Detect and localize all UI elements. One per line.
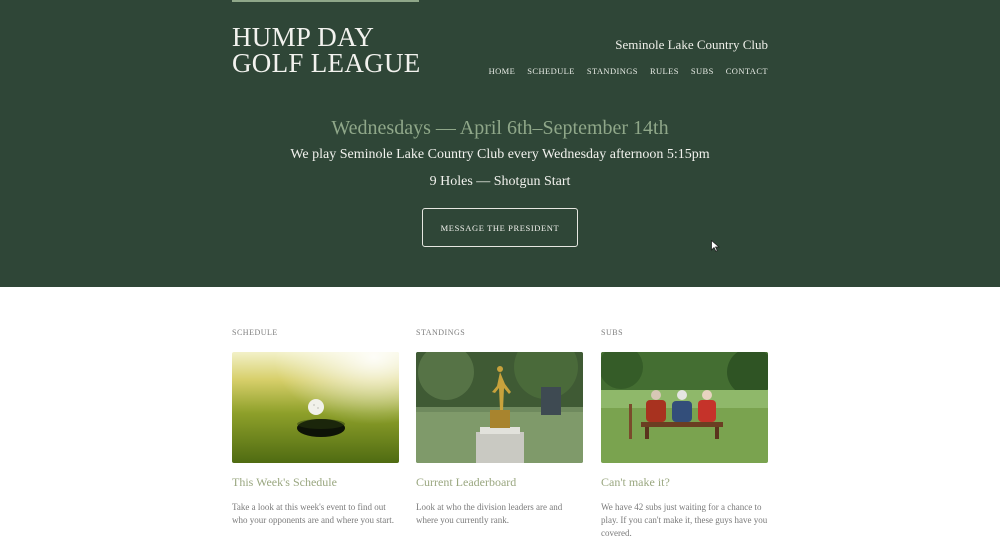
nav-schedule[interactable]: SCHEDULE — [527, 66, 575, 76]
schedule-card[interactable]: SCHEDULE This Week's Schedule Take a loo… — [232, 328, 399, 527]
hero-format: 9 Holes — Shotgun Start — [429, 174, 571, 189]
nav-home[interactable]: HOME — [489, 66, 516, 76]
card-eyebrow: SUBS — [601, 328, 624, 337]
card-description: Take a look at this week's event to find… — [232, 502, 394, 525]
standings-card[interactable]: STANDINGS Current Leaderboard Look at wh… — [416, 328, 583, 527]
club-name[interactable]: Seminole Lake Country Club — [615, 37, 768, 53]
card-description: Look at who the division leaders are and… — [416, 502, 563, 525]
card-title[interactable]: Current Leaderboard — [416, 475, 583, 493]
nav-standings[interactable]: STANDINGS — [587, 66, 638, 76]
card-title[interactable]: This Week's Schedule — [232, 475, 399, 493]
top-accent-bar — [232, 0, 419, 2]
logo-line-1: HUMP DAY — [232, 22, 375, 52]
site-logo[interactable]: HUMP DAY GOLF LEAGUE — [232, 22, 421, 78]
golf-trophy-image[interactable] — [416, 352, 583, 463]
mouse-cursor-icon — [711, 240, 720, 252]
card-eyebrow: STANDINGS — [416, 328, 466, 337]
season-dates: Wednesdays — April 6th–September 14th — [331, 117, 669, 139]
nav-rules[interactable]: RULES — [650, 66, 679, 76]
nav-contact[interactable]: CONTACT — [726, 66, 768, 76]
subs-card[interactable]: SUBS Can't make it? We have 42 subs just… — [601, 328, 768, 540]
card-eyebrow: SCHEDULE — [232, 328, 278, 337]
nav-subs[interactable]: SUBS — [691, 66, 714, 76]
golfers-on-bench-image[interactable] — [601, 352, 768, 463]
card-description: We have 42 subs just waiting for a chanc… — [601, 502, 768, 538]
main-nav: HOME SCHEDULE STANDINGS RULES SUBS CONTA… — [489, 66, 768, 76]
card-title[interactable]: Can't make it? — [601, 475, 768, 493]
hero-description: We play Seminole Lake Country Club every… — [290, 147, 710, 162]
hero-section: HUMP DAY GOLF LEAGUE Seminole Lake Count… — [0, 0, 1000, 287]
logo-line-2: GOLF LEAGUE — [232, 48, 421, 78]
message-president-button[interactable]: MESSAGE THE PRESIDENT — [422, 208, 578, 247]
golf-ball-in-hole-image[interactable] — [232, 352, 399, 463]
